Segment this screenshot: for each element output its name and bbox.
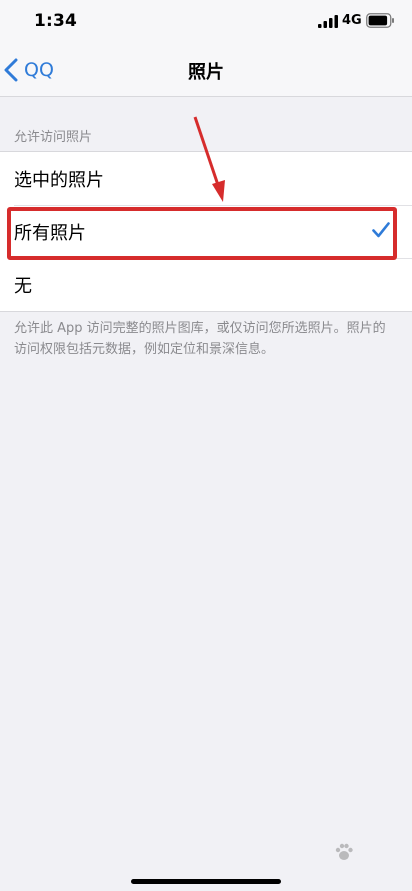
option-label: 选中的照片 bbox=[14, 170, 104, 191]
signal-bars-icon bbox=[318, 15, 338, 28]
page-title: 照片 bbox=[188, 62, 224, 83]
status-bar: 1:34 4G bbox=[0, 0, 412, 44]
navigation-bar: QQ 照片 bbox=[0, 44, 412, 97]
option-label: 无 bbox=[14, 276, 32, 297]
battery-icon bbox=[366, 13, 394, 28]
section-header: 允许访问照片 bbox=[14, 130, 93, 145]
baidu-paw-watermark-icon bbox=[335, 843, 353, 860]
home-indicator[interactable] bbox=[131, 879, 281, 884]
annotation-arrow-icon bbox=[193, 116, 225, 202]
network-label: 4G bbox=[342, 13, 362, 28]
status-time: 1:34 bbox=[34, 11, 78, 31]
option-none[interactable]: 无 bbox=[0, 258, 412, 311]
annotation-highlight-box bbox=[7, 207, 397, 260]
section-footer-note: 允许此 App 访问完整的照片图库，或仅访问您所选照片。照片的访问权限包括元数据… bbox=[14, 321, 386, 357]
